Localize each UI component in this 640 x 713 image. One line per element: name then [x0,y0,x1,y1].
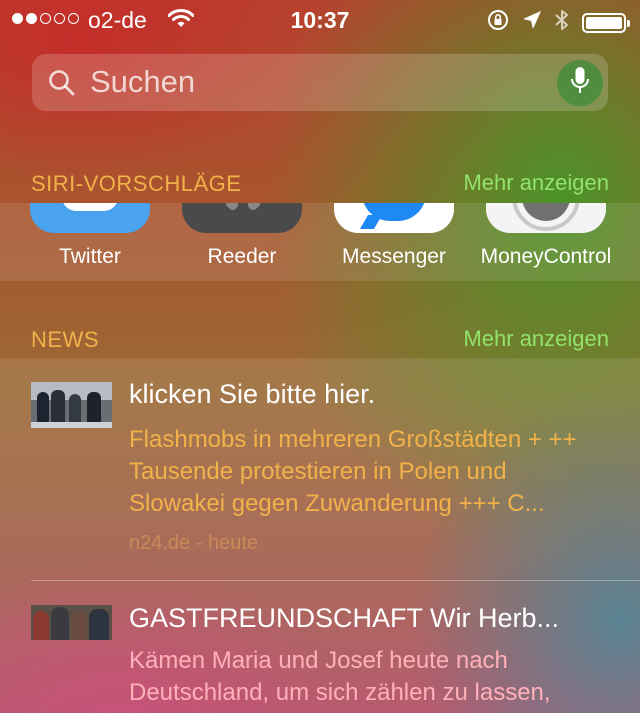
news-headline: GASTFREUNDSCHAFT Wir Herb... [129,603,560,633]
app-label: MoneyControl [480,245,612,268]
news-summary: Kämen Maria und Josef heute nach Deutsch… [129,647,551,706]
news-header: NEWS Mehr anzeigen [0,320,640,360]
messenger-app-icon [334,203,454,233]
bluetooth-icon [554,8,570,37]
search-icon [48,69,76,102]
reeder-app-icon [182,203,302,233]
siri-suggestions-more-link[interactable]: Mehr anzeigen [463,170,609,196]
app-suggestions: Twitter Reeder Messenger MoneyControl [0,203,640,281]
app-label: Reeder [207,245,277,268]
search-bar[interactable] [32,54,608,111]
rotation-lock-icon [486,8,510,37]
app-messenger[interactable]: Messenger [318,203,470,269]
twitter-app-icon [30,203,150,233]
app-twitter[interactable]: Twitter [14,203,166,269]
microphone-button[interactable] [557,60,603,106]
battery-icon [582,12,630,33]
moneycontrol-app-icon [486,203,606,233]
news-headline: klicken Sie bitte hier. [129,379,376,409]
news-more-link[interactable]: Mehr anzeigen [463,326,609,352]
app-label: Messenger [342,245,446,268]
news-thumbnail [31,382,112,428]
search-input[interactable] [90,62,530,102]
siri-suggestions-header: SIRI-VORSCHLÄGE Mehr anzeigen [0,164,640,204]
news-item[interactable]: klicken Sie bitte hier. Flashmobs in meh… [0,358,640,580]
news-source: n24.de - heute [129,532,258,554]
microphone-icon [570,66,590,101]
app-moneycontrol[interactable]: MoneyControl [470,203,622,269]
app-reeder[interactable]: Reeder [166,203,318,269]
news-summary: Flashmobs in mehreren Großstädten + ++ T… [129,426,577,517]
location-arrow-icon [522,10,542,35]
news-item[interactable]: GASTFREUNDSCHAFT Wir Herb... Kämen Maria… [0,581,640,713]
section-title: NEWS [31,327,99,352]
news-thumbnail [31,605,112,640]
section-title: SIRI-VORSCHLÄGE [31,171,242,196]
status-bar: o2-de 10:37 [0,0,640,40]
app-label: Twitter [59,245,121,268]
